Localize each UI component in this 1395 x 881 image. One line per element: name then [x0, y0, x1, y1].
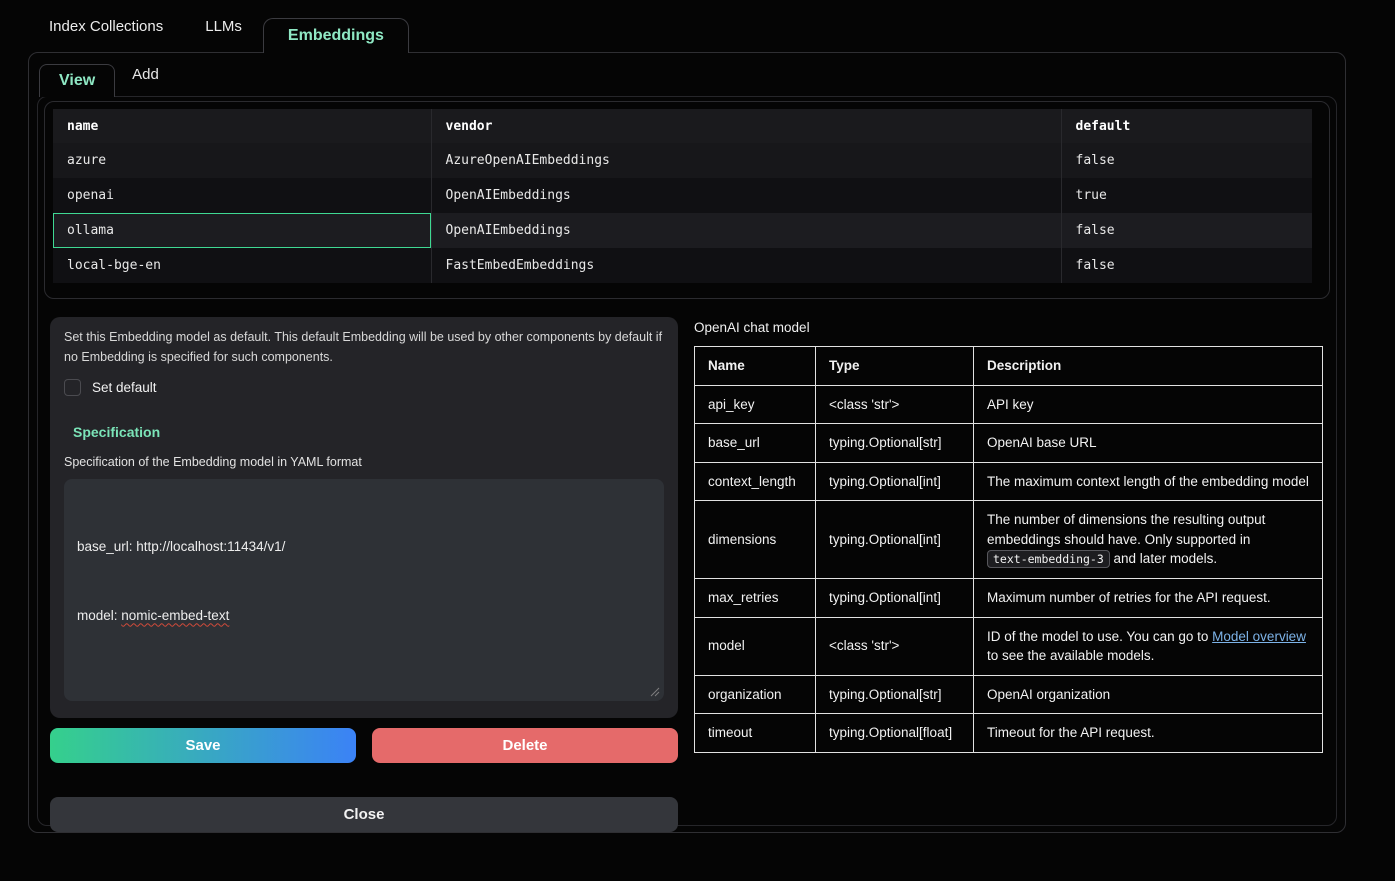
left-column: Set this Embedding model as default. Thi… — [50, 317, 678, 832]
tab-add[interactable]: Add — [115, 66, 176, 83]
resize-handle-icon[interactable] — [650, 687, 660, 697]
param-row-base_url: base_urltyping.Optional[str]OpenAI base … — [695, 424, 1323, 463]
default-description: Set this Embedding model as default. Thi… — [64, 327, 664, 367]
param-name: max_retries — [695, 578, 816, 617]
param-row-model: model<class 'str'>ID of the model to use… — [695, 617, 1323, 675]
right-column: OpenAI chat model Name Type Description … — [694, 317, 1323, 832]
embeddings-table-header: name vendor default — [53, 109, 1312, 143]
param-name: api_key — [695, 385, 816, 424]
column-header-name: name — [53, 109, 431, 143]
save-button[interactable]: Save — [50, 728, 356, 763]
param-type: <class 'str'> — [816, 617, 974, 675]
cell-vendor[interactable]: AzureOpenAIEmbeddings — [431, 143, 1061, 178]
tab-llms[interactable]: LLMs — [184, 18, 263, 35]
delete-button[interactable]: Delete — [372, 728, 678, 763]
param-name: dimensions — [695, 501, 816, 579]
cell-vendor[interactable]: FastEmbedEmbeddings — [431, 248, 1061, 283]
embeddings-row-azure[interactable]: azureAzureOpenAIEmbeddingsfalse — [53, 143, 1312, 178]
top-tab-bar: Index Collections LLMs Embeddings — [0, 0, 1395, 52]
set-default-checkbox-row[interactable]: Set default — [64, 379, 664, 396]
embeddings-table: name vendor default azureAzureOpenAIEmbe… — [53, 109, 1312, 283]
param-column-description: Description — [974, 347, 1323, 386]
cell-default[interactable]: false — [1061, 213, 1312, 248]
param-description: Timeout for the API request. — [974, 714, 1323, 753]
tab-view-label: View — [59, 72, 95, 90]
set-default-label: Set default — [92, 380, 157, 395]
params-table-body: api_key<class 'str'>API keybase_urltypin… — [695, 385, 1323, 752]
param-name: model — [695, 617, 816, 675]
cell-name[interactable]: ollama — [53, 213, 431, 248]
param-type: typing.Optional[str] — [816, 424, 974, 463]
column-header-default: default — [1061, 109, 1312, 143]
action-buttons: Save Delete — [50, 728, 678, 763]
cell-vendor[interactable]: OpenAIEmbeddings — [431, 213, 1061, 248]
params-table: Name Type Description api_key<class 'str… — [694, 346, 1323, 753]
cell-vendor[interactable]: OpenAIEmbeddings — [431, 178, 1061, 213]
param-type: typing.Optional[int] — [816, 578, 974, 617]
param-type: <class 'str'> — [816, 385, 974, 424]
param-type: typing.Optional[float] — [816, 714, 974, 753]
tab-embeddings-label: Embeddings — [288, 27, 384, 45]
param-row-context_length: context_lengthtyping.Optional[int]The ma… — [695, 462, 1323, 501]
embeddings-table-body: azureAzureOpenAIEmbeddingsfalseopenaiOpe… — [53, 143, 1312, 283]
embeddings-table-container: name vendor default azureAzureOpenAIEmbe… — [44, 101, 1330, 299]
cell-name[interactable]: local-bge-en — [53, 248, 431, 283]
misspelled-word: nomic-embed-text — [121, 608, 229, 623]
view-tab-panel: name vendor default azureAzureOpenAIEmbe… — [37, 96, 1337, 826]
tab-index-collections[interactable]: Index Collections — [28, 18, 184, 35]
tab-embeddings[interactable]: Embeddings — [263, 18, 409, 53]
param-name: base_url — [695, 424, 816, 463]
param-description: The maximum context length of the embedd… — [974, 462, 1323, 501]
param-description: OpenAI organization — [974, 675, 1323, 714]
set-default-checkbox[interactable] — [64, 379, 81, 396]
param-description: ID of the model to use. You can go to Mo… — [974, 617, 1323, 675]
param-row-max_retries: max_retriestyping.Optional[int]Maximum n… — [695, 578, 1323, 617]
param-name: organization — [695, 675, 816, 714]
cell-default[interactable]: true — [1061, 178, 1312, 213]
specification-editor[interactable]: base_url: http://localhost:11434/v1/ mod… — [64, 479, 664, 701]
inner-tab-bar: View Add — [29, 53, 1345, 96]
param-description: API key — [974, 385, 1323, 424]
param-type: typing.Optional[int] — [816, 501, 974, 579]
param-column-name: Name — [695, 347, 816, 386]
default-settings-panel: Set this Embedding model as default. Thi… — [50, 317, 678, 718]
embeddings-row-openai[interactable]: openaiOpenAIEmbeddingstrue — [53, 178, 1312, 213]
param-description: The number of dimensions the resulting o… — [974, 501, 1323, 579]
tab-view[interactable]: View — [39, 64, 115, 97]
cell-default[interactable]: false — [1061, 143, 1312, 178]
param-type: typing.Optional[str] — [816, 675, 974, 714]
inline-code: text-embedding-3 — [987, 550, 1110, 568]
specification-heading: Specification — [73, 424, 664, 440]
param-type: typing.Optional[int] — [816, 462, 974, 501]
cell-default[interactable]: false — [1061, 248, 1312, 283]
params-panel-title: OpenAI chat model — [694, 320, 1323, 335]
param-row-organization: organizationtyping.Optional[str]OpenAI o… — [695, 675, 1323, 714]
param-description: Maximum number of retries for the API re… — [974, 578, 1323, 617]
close-button[interactable]: Close — [50, 797, 678, 832]
params-table-header: Name Type Description — [695, 347, 1323, 386]
cell-name[interactable]: openai — [53, 178, 431, 213]
spec-line-2: model: nomic-embed-text — [77, 605, 651, 628]
embeddings-tab-panel: View Add name vendor default azureAzureO… — [28, 52, 1346, 833]
param-row-api_key: api_key<class 'str'>API key — [695, 385, 1323, 424]
param-name: context_length — [695, 462, 816, 501]
embeddings-row-local-bge-en[interactable]: local-bge-enFastEmbedEmbeddingsfalse — [53, 248, 1312, 283]
model-overview-link[interactable]: Model overview — [1212, 629, 1306, 644]
spec-line-1: base_url: http://localhost:11434/v1/ — [77, 536, 651, 559]
column-header-vendor: vendor — [431, 109, 1061, 143]
param-name: timeout — [695, 714, 816, 753]
cell-name[interactable]: azure — [53, 143, 431, 178]
param-column-type: Type — [816, 347, 974, 386]
specification-subtext: Specification of the Embedding model in … — [64, 455, 664, 469]
param-row-timeout: timeouttyping.Optional[float]Timeout for… — [695, 714, 1323, 753]
detail-section: Set this Embedding model as default. Thi… — [38, 299, 1336, 832]
param-description: OpenAI base URL — [974, 424, 1323, 463]
param-row-dimensions: dimensionstyping.Optional[int]The number… — [695, 501, 1323, 579]
embeddings-row-ollama[interactable]: ollamaOpenAIEmbeddingsfalse — [53, 213, 1312, 248]
